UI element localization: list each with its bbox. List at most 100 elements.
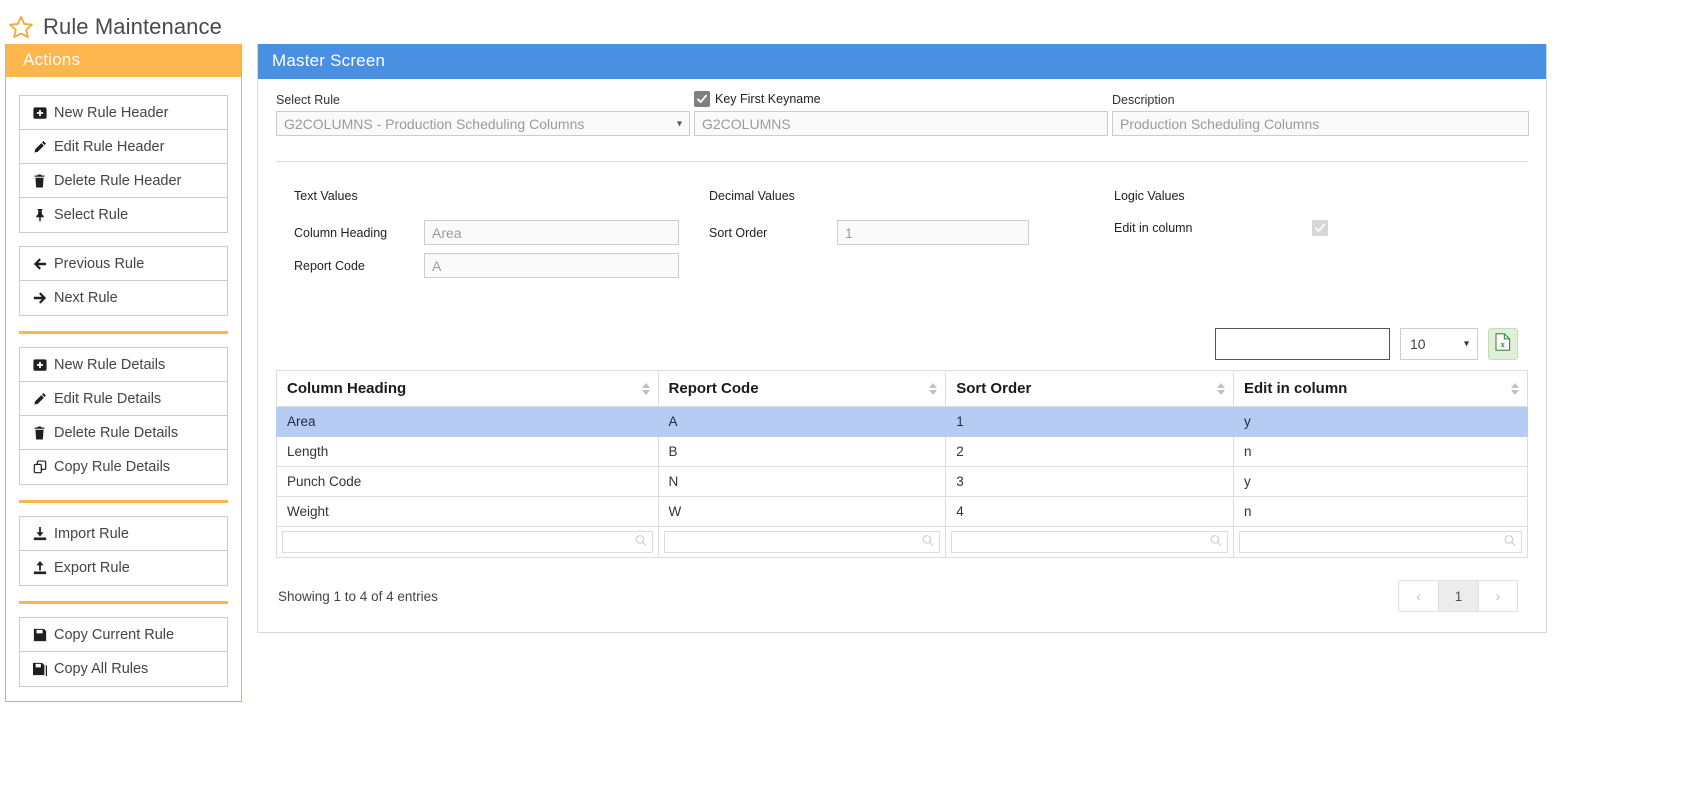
report-code-input[interactable]	[424, 253, 679, 278]
next-rule-button[interactable]: Next Rule	[20, 281, 227, 315]
plus-square-icon	[32, 357, 47, 372]
star-icon[interactable]	[8, 14, 34, 40]
rule-header-form: Select Rule G2COLUMNS - Production Sched…	[276, 91, 1529, 136]
page-length-select[interactable]: 10	[1400, 328, 1478, 360]
filter-cell-report-code	[657, 526, 947, 558]
sidebar-divider	[19, 500, 228, 503]
filter-input-sort-order[interactable]	[952, 532, 1227, 552]
page-title: Rule Maintenance	[43, 14, 222, 39]
edit-in-column-label: Edit in column	[1114, 221, 1193, 235]
new-rule-header-button[interactable]: New Rule Header	[20, 96, 227, 130]
export-rule-button[interactable]: Export Rule	[20, 551, 227, 585]
header-label: Sort Order	[956, 380, 1032, 397]
cell-report-code: N	[657, 466, 947, 497]
select-rule-dropdown[interactable]: G2COLUMNS - Production Scheduling Column…	[276, 111, 690, 136]
cell-column-heading: Length	[276, 436, 659, 467]
cell-edit-in-column: y	[1232, 466, 1529, 497]
cell-edit-in-column: n	[1232, 436, 1529, 467]
search-icon	[635, 535, 647, 550]
pencil-icon	[32, 139, 47, 154]
sort-arrows-icon	[1216, 382, 1225, 395]
table-header-edit-in-column[interactable]: Edit in column	[1232, 370, 1529, 407]
rule-detail-values: Text Values Column Heading Report Code D…	[276, 189, 1528, 286]
arrow-right-icon	[32, 291, 47, 306]
delete-rule-details-button[interactable]: Delete Rule Details	[20, 416, 227, 450]
new-rule-details-button[interactable]: New Rule Details	[20, 348, 227, 382]
import-rule-button[interactable]: Import Rule	[20, 517, 227, 551]
table-header-report-code[interactable]: Report Code	[657, 370, 947, 407]
key-first-keyname-input[interactable]	[694, 111, 1108, 136]
actions-sidebar: Actions New Rule Header Edit Rule Header…	[5, 44, 242, 702]
cell-sort-order: 1	[945, 406, 1234, 437]
copy-current-rule-button[interactable]: Copy Current Rule	[20, 618, 227, 652]
previous-rule-button[interactable]: Previous Rule	[20, 247, 227, 281]
delete-rule-header-button[interactable]: Delete Rule Header	[20, 164, 227, 198]
select-rule-button[interactable]: Select Rule	[20, 198, 227, 232]
copy-rule-details-button[interactable]: Copy Rule Details	[20, 450, 227, 484]
sidebar-divider	[19, 331, 228, 334]
table-search-input[interactable]	[1215, 328, 1390, 360]
action-label: Edit Rule Details	[54, 390, 162, 407]
edit-rule-details-button[interactable]: Edit Rule Details	[20, 382, 227, 416]
header-label: Report Code	[668, 380, 759, 397]
filter-input-edit-in-column[interactable]	[1239, 532, 1521, 552]
sort-order-input[interactable]	[837, 220, 1029, 245]
action-label: Edit Rule Header	[54, 138, 165, 155]
pencil-icon	[32, 391, 47, 406]
table-row[interactable]: Punch Code N 3 y	[276, 466, 1529, 497]
action-label: Copy All Rules	[54, 661, 149, 677]
action-label: Export Rule	[54, 560, 130, 576]
key-first-keyname-field: Key First Keyname	[694, 91, 1108, 136]
sort-arrows-icon	[1511, 382, 1519, 395]
table-header-sort-order[interactable]: Sort Order	[945, 370, 1234, 407]
action-label: Import Rule	[54, 525, 129, 542]
action-group-copy-rules: Copy Current Rule Copy All Rules	[19, 617, 228, 687]
save-icon	[32, 627, 47, 642]
description-input[interactable]	[1112, 111, 1529, 136]
arrow-left-icon	[32, 256, 47, 271]
action-label: Copy Current Rule	[54, 626, 175, 643]
copy-all-rules-button[interactable]: Copy All Rules	[20, 652, 227, 686]
pagination-previous[interactable]: ‹	[1398, 580, 1438, 612]
filter-cell-sort-order	[945, 526, 1234, 558]
upload-icon	[32, 561, 47, 576]
filter-cell-edit-in-column	[1232, 526, 1529, 558]
cell-column-heading: Punch Code	[276, 466, 659, 497]
report-code-label: Report Code	[294, 258, 365, 273]
trash-icon	[32, 425, 47, 440]
filter-input-column-heading[interactable]	[283, 532, 652, 552]
cell-column-heading: Weight	[276, 496, 659, 527]
cell-report-code: A	[657, 406, 947, 437]
cell-sort-order: 4	[945, 496, 1234, 527]
header-label: Edit in column	[1243, 380, 1348, 397]
edit-rule-header-button[interactable]: Edit Rule Header	[20, 130, 227, 164]
action-group-navigation: Previous Rule Next Rule	[19, 246, 228, 316]
action-label: Delete Rule Details	[54, 424, 179, 441]
pagination-next[interactable]: ›	[1478, 580, 1518, 612]
action-group-rule-header: New Rule Header Edit Rule Header Delete …	[19, 95, 228, 233]
cell-sort-order: 2	[945, 436, 1234, 467]
pagination-page-1[interactable]: 1	[1438, 580, 1478, 612]
select-rule-field: Select Rule G2COLUMNS - Production Sched…	[276, 93, 690, 136]
filter-input-report-code[interactable]	[664, 532, 940, 552]
action-label: Delete Rule Header	[54, 172, 182, 189]
column-heading-label: Column Heading	[294, 225, 388, 240]
copy-icon	[32, 460, 47, 475]
svg-text:x: x	[1500, 339, 1505, 349]
column-heading-row: Column Heading	[294, 220, 679, 245]
page-header: Rule Maintenance	[0, 0, 1687, 44]
master-screen-panel: Master Screen Select Rule G2COLUMNS - Pr…	[257, 44, 1547, 633]
cell-edit-in-column: y	[1232, 406, 1529, 437]
action-group-import-export: Import Rule Export Rule	[19, 516, 228, 586]
table-row[interactable]: Area A 1 y	[276, 406, 1529, 437]
text-values-group: Text Values Column Heading Report Code	[294, 189, 679, 286]
action-label: New Rule Header	[54, 104, 169, 121]
sidebar-divider	[19, 601, 228, 604]
table-row[interactable]: Weight W 4 n	[276, 496, 1529, 527]
column-heading-input[interactable]	[424, 220, 679, 245]
pagination: ‹ 1 ›	[1398, 580, 1518, 612]
excel-export-button[interactable]: x	[1488, 328, 1518, 360]
table-header-column-heading[interactable]: Column Heading	[276, 370, 659, 407]
table-row[interactable]: Length B 2 n	[276, 436, 1529, 467]
key-first-keyname-checkbox[interactable]	[694, 91, 710, 107]
